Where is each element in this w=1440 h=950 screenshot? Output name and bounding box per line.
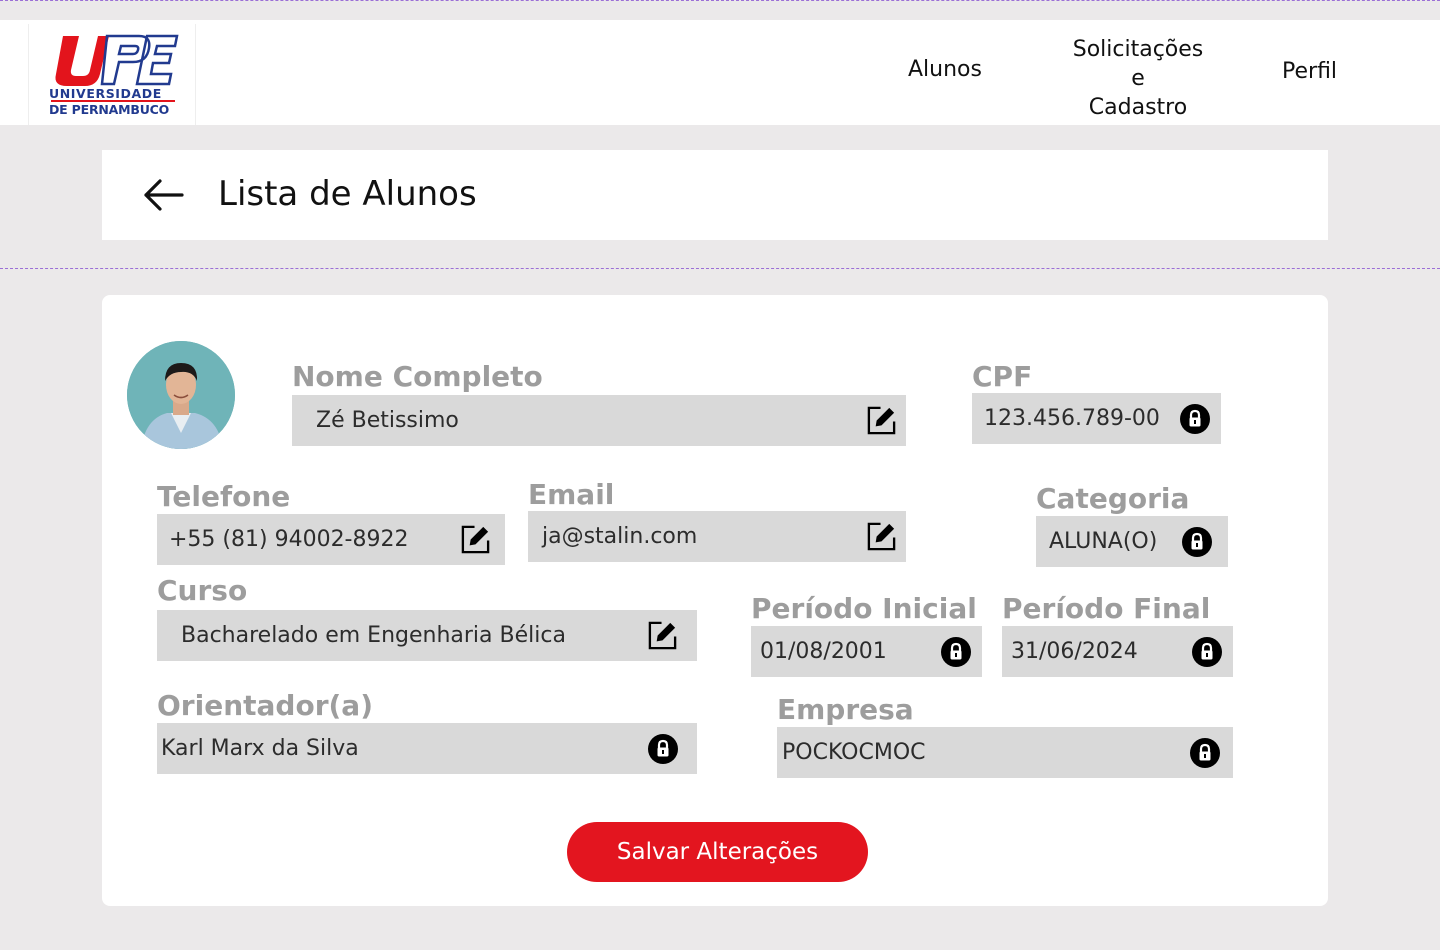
logo-text-line1: UNIVERSIDADE <box>49 86 162 101</box>
lock-icon <box>1182 527 1212 557</box>
edit-icon[interactable] <box>865 404 898 437</box>
email-value: ja@stalin.com <box>542 524 698 549</box>
periodo-final-value: 31/06/2024 <box>1011 639 1138 664</box>
nav-solicitacoes-line1: Solicitações <box>1072 37 1204 62</box>
nav-alunos[interactable]: Alunos <box>908 55 982 84</box>
cpf-value: 123.456.789-00 <box>984 406 1160 431</box>
top-header: UNIVERSIDADE DE PERNAMBUCO Alunos Solici… <box>0 20 1440 125</box>
orientador-label: Orientador(a) <box>157 689 373 722</box>
nome-label: Nome Completo <box>292 360 543 393</box>
edit-icon[interactable] <box>459 523 492 556</box>
empresa-label: Empresa <box>777 693 914 726</box>
save-changes-button[interactable]: Salvar Alterações <box>567 822 868 882</box>
telefone-field[interactable]: +55 (81) 94002-8922 <box>157 514 505 565</box>
orientador-field: Karl Marx da Silva <box>157 723 697 774</box>
categoria-label: Categoria <box>1036 482 1190 515</box>
logo-text-line2: DE PERNAMBUCO <box>49 102 170 117</box>
upe-logo-mark <box>55 34 179 86</box>
nome-value: Zé Betissimo <box>316 408 459 433</box>
periodo-final-label: Período Final <box>1002 592 1211 625</box>
lock-icon <box>941 637 971 667</box>
nav-perfil[interactable]: Perfil <box>1282 57 1337 86</box>
title-bar: Lista de Alunos <box>102 150 1328 240</box>
nav-solicitacoes-line3: Cadastro <box>1088 95 1188 120</box>
middle-guide-line <box>0 268 1440 269</box>
top-guide-line <box>0 0 1440 1</box>
lock-icon <box>1180 404 1210 434</box>
arrow-left-icon <box>144 179 184 211</box>
page-title: Lista de Alunos <box>218 174 477 214</box>
student-avatar <box>127 341 235 449</box>
periodo-inicial-label: Período Inicial <box>751 592 977 625</box>
categoria-value: ALUNA(O) <box>1049 529 1158 554</box>
nav-solicitacoes-cadastro[interactable]: Solicitações e Cadastro <box>1068 35 1208 122</box>
empresa-value: POCKOCMOC <box>782 740 926 765</box>
periodo-inicial-value: 01/08/2001 <box>760 639 887 664</box>
upe-logo[interactable]: UNIVERSIDADE DE PERNAMBUCO <box>28 24 196 125</box>
email-field[interactable]: ja@stalin.com <box>528 511 906 562</box>
categoria-field: ALUNA(O) <box>1036 516 1228 567</box>
curso-value: Bacharelado em Engenharia Bélica <box>181 623 566 648</box>
lock-icon <box>648 734 678 764</box>
curso-label: Curso <box>157 574 248 607</box>
cpf-label: CPF <box>972 360 1033 393</box>
telefone-value: +55 (81) 94002-8922 <box>169 527 409 552</box>
lock-icon <box>1192 637 1222 667</box>
curso-field[interactable]: Bacharelado em Engenharia Bélica <box>157 610 697 661</box>
cpf-field: 123.456.789-00 <box>972 393 1221 444</box>
empresa-field: POCKOCMOC <box>777 727 1233 778</box>
periodo-final-field: 31/06/2024 <box>1002 626 1233 677</box>
edit-icon[interactable] <box>646 619 679 652</box>
edit-icon[interactable] <box>865 520 898 553</box>
back-button[interactable] <box>142 178 186 212</box>
email-label: Email <box>528 478 615 511</box>
telefone-label: Telefone <box>157 480 291 513</box>
lock-icon <box>1190 738 1220 768</box>
nav-solicitacoes-line2: e <box>1131 66 1145 91</box>
orientador-value: Karl Marx da Silva <box>161 736 359 761</box>
nome-field[interactable]: Zé Betissimo <box>292 395 906 446</box>
periodo-inicial-field: 01/08/2001 <box>751 626 982 677</box>
